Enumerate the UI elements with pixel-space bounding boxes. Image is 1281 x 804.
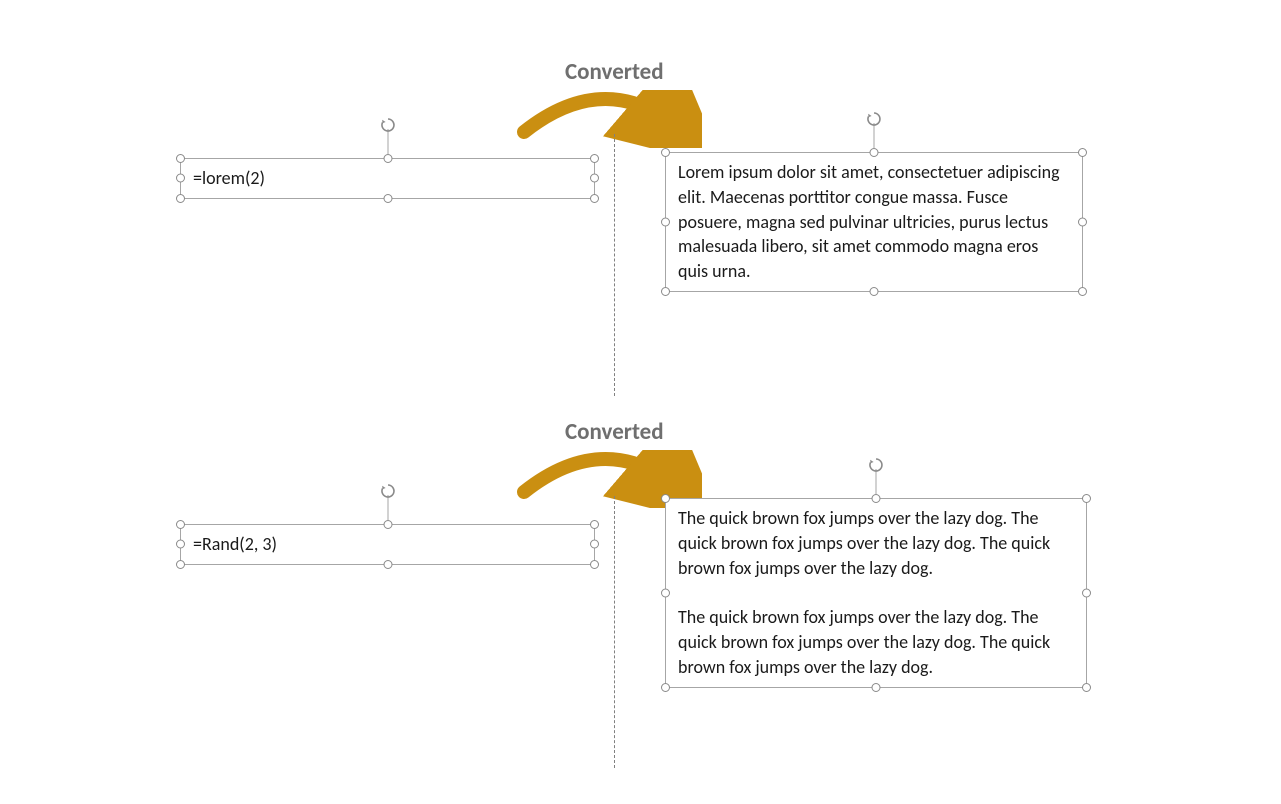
rotation-handle-icon[interactable]: [867, 457, 885, 475]
input-textbox-2[interactable]: =Rand(2, 3): [180, 524, 595, 565]
resize-handle[interactable]: [383, 194, 392, 203]
resize-handle[interactable]: [383, 520, 392, 529]
resize-handle[interactable]: [176, 194, 185, 203]
output-textbox-1[interactable]: Lorem ipsum dolor sit amet, consectetuer…: [665, 152, 1083, 292]
resize-handle[interactable]: [1082, 588, 1091, 597]
input-textbox-1[interactable]: =lorem(2): [180, 158, 595, 199]
divider-2: [614, 496, 615, 768]
resize-handle[interactable]: [590, 194, 599, 203]
input-text-2: =Rand(2, 3): [181, 525, 594, 564]
converted-label-1: Converted: [565, 58, 664, 86]
resize-handle[interactable]: [661, 148, 670, 157]
resize-handle[interactable]: [870, 287, 879, 296]
resize-handle[interactable]: [383, 154, 392, 163]
resize-handle[interactable]: [872, 683, 881, 692]
resize-handle[interactable]: [590, 560, 599, 569]
resize-handle[interactable]: [383, 560, 392, 569]
resize-handle[interactable]: [1082, 494, 1091, 503]
resize-handle[interactable]: [661, 494, 670, 503]
resize-handle[interactable]: [661, 588, 670, 597]
resize-handle[interactable]: [176, 174, 185, 183]
output-textbox-2[interactable]: The quick brown fox jumps over the lazy …: [665, 498, 1087, 688]
arrow-icon-1: [512, 90, 702, 148]
resize-handle[interactable]: [1078, 148, 1087, 157]
output-text-1: Lorem ipsum dolor sit amet, consectetuer…: [666, 153, 1082, 291]
resize-handle[interactable]: [590, 520, 599, 529]
resize-handle[interactable]: [176, 154, 185, 163]
resize-handle[interactable]: [590, 174, 599, 183]
resize-handle[interactable]: [590, 540, 599, 549]
rotation-handle-icon[interactable]: [379, 483, 397, 501]
resize-handle[interactable]: [661, 683, 670, 692]
resize-handle[interactable]: [870, 148, 879, 157]
resize-handle[interactable]: [176, 560, 185, 569]
resize-handle[interactable]: [590, 154, 599, 163]
rotation-handle-icon[interactable]: [379, 117, 397, 135]
resize-handle[interactable]: [661, 218, 670, 227]
rotation-handle-icon[interactable]: [865, 111, 883, 129]
resize-handle[interactable]: [1078, 218, 1087, 227]
resize-handle[interactable]: [176, 520, 185, 529]
resize-handle[interactable]: [176, 540, 185, 549]
resize-handle[interactable]: [872, 494, 881, 503]
resize-handle[interactable]: [1078, 287, 1087, 296]
output-text-2: The quick brown fox jumps over the lazy …: [666, 499, 1086, 687]
converted-label-2: Converted: [565, 418, 664, 446]
divider-1: [614, 134, 615, 396]
input-text-1: =lorem(2): [181, 159, 594, 198]
resize-handle[interactable]: [661, 287, 670, 296]
resize-handle[interactable]: [1082, 683, 1091, 692]
